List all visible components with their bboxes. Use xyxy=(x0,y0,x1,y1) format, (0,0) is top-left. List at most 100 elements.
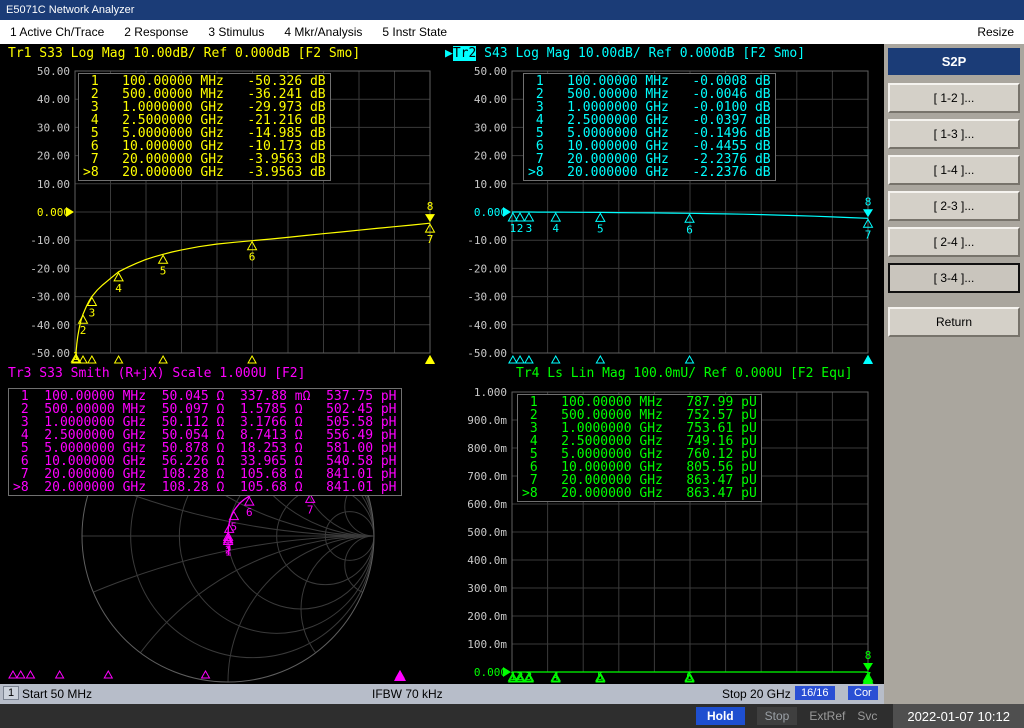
y-tick-label: 50.00 xyxy=(474,65,507,78)
trace-panel-tr1[interactable]: 50.00 40.00 30.00 20.00 10.00 0.000 -10.00 -20.… xyxy=(0,44,443,364)
stimulus-marker xyxy=(158,354,168,364)
y-tick-label: 900.0m xyxy=(467,414,507,427)
trace-format: S33 Log Mag 10.00dB/ Ref 0.000dB [F2 Smo… xyxy=(31,46,361,61)
softkey-1-2[interactable]: [ 1-2 ]... xyxy=(888,83,1020,113)
marker-4: 4 xyxy=(113,271,124,295)
menu-stimulus[interactable]: 3 Stimulus xyxy=(208,25,264,39)
marker-row: >8 20.000000 GHz -3.9563 dB xyxy=(83,165,326,180)
resize-button[interactable]: Resize xyxy=(977,25,1014,39)
marker-3: 3 xyxy=(523,212,535,235)
y-tick-label: -30.00 xyxy=(467,291,507,304)
stimulus-marker xyxy=(524,354,534,364)
softkey-1-4[interactable]: [ 1-4 ]... xyxy=(888,155,1020,185)
marker-4: 4 xyxy=(550,212,562,235)
svg-text:3: 3 xyxy=(89,307,96,320)
softkey-menu-title: S2P xyxy=(888,48,1020,75)
svg-text:5: 5 xyxy=(597,222,604,235)
softkey-3-4[interactable]: [ 3-4 ]... xyxy=(888,263,1020,293)
stimulus-marker xyxy=(113,354,124,364)
y-tick-label: 20.00 xyxy=(474,150,507,163)
y-tick-label: 10.00 xyxy=(37,178,70,191)
softkey-sidebar: S2P [ 1-2 ]... [ 1-3 ]... [ 1-4 ]... [ 2… xyxy=(884,44,1024,704)
marker-table-tr4[interactable]: 1 100.00000 MHz 787.99 pU 2 500.00000 MH… xyxy=(517,394,762,502)
trace-name: Tr1 xyxy=(8,46,32,61)
y-tick-label: 800.0m xyxy=(467,442,507,455)
trace-name: Tr4 xyxy=(516,366,540,381)
y-tick-label: 40.00 xyxy=(37,93,70,106)
softkey-2-4[interactable]: [ 2-4 ]... xyxy=(888,227,1020,257)
y-tick-label: 10.00 xyxy=(474,178,507,191)
window-title: E5071C Network Analyzer xyxy=(6,4,135,16)
marker-8: 8 xyxy=(863,649,873,671)
trace-panel-tr2[interactable]: 50.00 40.00 30.00 20.00 10.00 0.000 -10.00 -20.… xyxy=(443,44,884,364)
y-tick-label: -40.00 xyxy=(467,319,507,332)
stimulus-marker xyxy=(103,669,114,679)
svg-text:4: 4 xyxy=(552,222,559,235)
y-tick-label: -30.00 xyxy=(30,291,70,304)
active-trace-arrow-icon: ▶ xyxy=(445,46,453,61)
stimulus-marker xyxy=(25,669,36,679)
svg-text:7: 7 xyxy=(427,233,434,246)
menu-instr-state[interactable]: 5 Instr State xyxy=(382,25,447,39)
trace-name: Tr2 xyxy=(452,46,477,61)
start-frequency-label: Start 50 MHz xyxy=(22,687,93,701)
marker-5: 5 xyxy=(594,212,606,235)
stimulus-marker xyxy=(595,354,606,364)
active-stimulus-marker xyxy=(394,670,406,681)
softkey-1-3[interactable]: [ 1-3 ]... xyxy=(888,119,1020,149)
y-tick-label: -10.00 xyxy=(30,234,70,247)
softkey-return[interactable]: Return xyxy=(888,307,1020,337)
trace-title-tr1[interactable]: Tr1 S33 Log Mag 10.00dB/ Ref 0.000dB [F2… xyxy=(8,46,360,61)
svg-text:6: 6 xyxy=(249,251,256,264)
marker-table-tr3[interactable]: 1 100.00000 MHz 50.045 Ω 337.88 mΩ 537.7… xyxy=(8,388,402,496)
marker-5: 5 xyxy=(157,254,169,277)
application-window: E5071C Network Analyzer 1 Active Ch/Trac… xyxy=(0,0,1024,728)
y-tick-label: 400.0m xyxy=(467,554,507,567)
y-tick-label: -20.00 xyxy=(467,262,507,275)
marker-table-tr2[interactable]: 1 100.00000 MHz -0.0008 dB 2 500.00000 M… xyxy=(523,73,776,181)
stimulus-marker xyxy=(54,669,65,679)
y-tick-label: 300.0m xyxy=(467,582,507,595)
y-tick-label: 0.000 xyxy=(37,206,70,219)
marker-table-tr1[interactable]: 1 100.00000 MHz -50.326 dB 2 500.00000 M… xyxy=(78,73,331,181)
marker-8: 8 xyxy=(425,200,435,223)
y-tick-label: 100.0m xyxy=(467,638,507,651)
y-tick-label: 500.0m xyxy=(467,526,507,539)
marker-row: >8 20.000000 GHz 863.47 pU xyxy=(522,486,757,501)
svg-text:2: 2 xyxy=(80,324,87,337)
y-tick-label: -20.00 xyxy=(30,262,70,275)
points-badge: 16/16 xyxy=(795,686,835,700)
trace-title-tr3[interactable]: Tr3 S33 Smith (R+jX) Scale 1.000U [F2] xyxy=(8,366,305,381)
stimulus-marker xyxy=(15,669,26,679)
stimulus-marker xyxy=(508,354,518,364)
stimulus-marker xyxy=(550,354,561,364)
svg-text:7: 7 xyxy=(307,503,314,516)
y-tick-label: 30.00 xyxy=(474,121,507,134)
y-tick-label: 30.00 xyxy=(37,121,70,134)
softkey-2-3[interactable]: [ 2-3 ]... xyxy=(888,191,1020,221)
stimulus-marker xyxy=(515,354,525,364)
datetime-display: 2022-01-07 10:12 xyxy=(893,704,1024,728)
trace-title-tr4[interactable]: Tr4 Ls Lin Mag 100.0mU/ Ref 0.000U [F2 E… xyxy=(516,366,853,381)
svg-text:5: 5 xyxy=(231,521,238,534)
ref-level-arrow xyxy=(66,207,74,217)
marker-6: 6 xyxy=(243,496,255,519)
stimulus-marker xyxy=(87,354,97,364)
stimulus-marker xyxy=(684,354,695,364)
stop-frequency-label: Stop 20 GHz xyxy=(722,687,791,701)
marker-row: >8 20.000000 GHz 108.28 Ω 105.68 Ω 841.0… xyxy=(13,480,397,495)
menu-mkr-analysis[interactable]: 4 Mkr/Analysis xyxy=(284,25,362,39)
svg-text:8: 8 xyxy=(427,200,434,213)
y-tick-label: 0.000 xyxy=(474,206,507,219)
trace-panel-tr4[interactable]: 1.000 900.0m 800.0m 700.0m 600.0m 500.0m 400.0… xyxy=(443,364,884,684)
stimulus-marker xyxy=(200,669,211,679)
trace-title-tr2[interactable]: ▶Tr2 S43 Log Mag 10.00dB/ Ref 0.000dB [F… xyxy=(445,46,805,61)
menu-active-ch-trace[interactable]: 1 Active Ch/Trace xyxy=(10,25,104,39)
svg-text:4: 4 xyxy=(226,533,233,546)
trace-panel-tr3[interactable]: 12345678Tr3 S33 Smith (R+jX) Scale 1.000… xyxy=(0,364,443,684)
svc-indicator: Svc xyxy=(857,709,878,723)
menu-response[interactable]: 2 Response xyxy=(124,25,188,39)
menu-bar: 1 Active Ch/Trace 2 Response 3 Stimulus … xyxy=(0,20,1024,44)
marker-row: >8 20.000000 GHz -2.2376 dB xyxy=(528,165,771,180)
svg-text:6: 6 xyxy=(686,223,693,236)
